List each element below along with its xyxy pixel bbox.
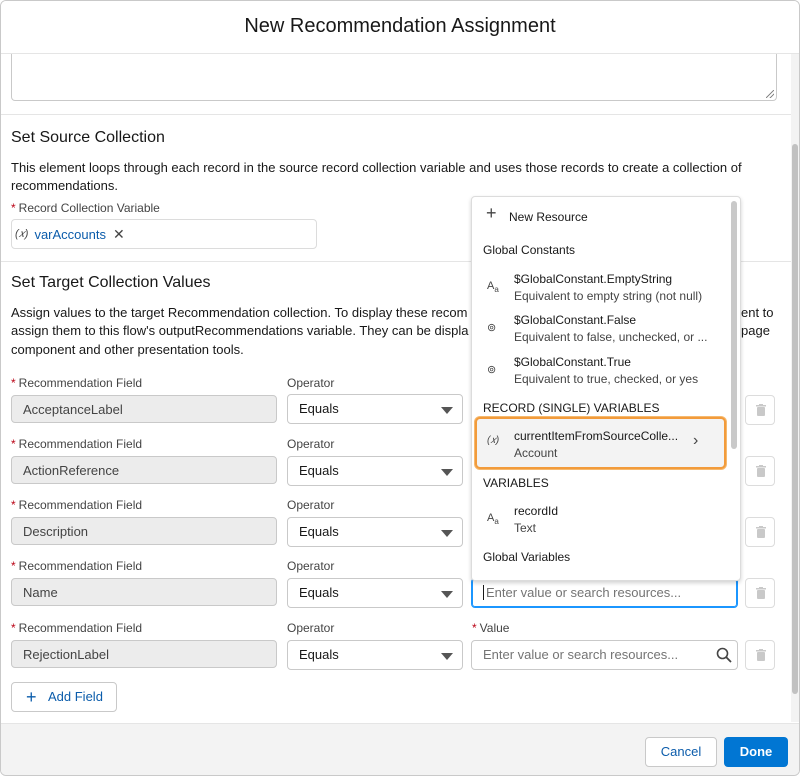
source-section-title: Set Source Collection <box>11 129 165 146</box>
recommendation-field-label: * Recommendation Field <box>11 437 143 451</box>
dropdown-option[interactable]: Aa recordId Text <box>472 501 730 541</box>
selected-pill: (𝑥) varAccounts ✕ <box>15 223 125 245</box>
chevron-right-icon: › <box>693 432 699 449</box>
record-collection-combobox[interactable]: (𝑥) varAccounts ✕ <box>11 219 317 249</box>
global-variables-heading: Global Variables <box>483 550 571 564</box>
modal-dialog: New Recommendation Assignment Set Source… <box>0 0 800 776</box>
recommendation-field-input[interactable]: Name <box>11 578 277 606</box>
chevron-down-icon <box>441 530 453 537</box>
value-search-input[interactable]: Enter value or search resources... <box>471 578 738 608</box>
operator-label: Operator <box>287 437 335 451</box>
recommendation-field-label: * Recommendation Field <box>11 559 143 573</box>
trash-icon <box>756 404 766 416</box>
dropdown-option[interactable]: ⊚ $GlobalConstant.False Equivalent to fa… <box>472 310 730 350</box>
variables-heading: VARIABLES <box>483 476 549 490</box>
remove-pill-icon[interactable]: ✕ <box>113 226 125 243</box>
dropdown-option[interactable]: Aa $GlobalConstant.EmptyString Equivalen… <box>472 269 730 309</box>
recommendation-field-input[interactable]: ActionReference <box>11 456 277 484</box>
record-variable-option[interactable]: (𝑥) currentItemFromSourceColle... Accoun… <box>475 417 726 469</box>
section-divider <box>1 114 791 115</box>
chevron-down-icon <box>441 407 453 414</box>
delete-row-button[interactable] <box>745 456 775 486</box>
required-marker: * <box>11 201 16 215</box>
delete-row-button[interactable] <box>745 640 775 670</box>
boolean-icon: ⊚ <box>487 364 497 376</box>
recommendation-field-label: * Recommendation Field <box>11 498 143 512</box>
search-icon <box>716 647 732 663</box>
modal-title: New Recommendation Assignment <box>244 15 556 37</box>
modal-scrollbar[interactable] <box>791 54 799 722</box>
chevron-down-icon <box>441 469 453 476</box>
operator-select[interactable]: Equals <box>287 578 463 608</box>
recommendation-field-input[interactable]: RejectionLabel <box>11 640 277 668</box>
target-description-line1-end: ent to <box>741 305 774 320</box>
plus-icon: + <box>486 203 497 223</box>
new-resource-option[interactable]: + New Resource <box>472 203 730 229</box>
source-description: This element loops through each record i… <box>11 160 742 193</box>
target-description-line1: Assign values to the target Recommendati… <box>11 305 468 320</box>
add-field-button[interactable]: + Add Field <box>11 682 117 712</box>
chevron-down-icon <box>441 591 453 598</box>
dropdown-scrollbar[interactable] <box>731 201 737 449</box>
recommendation-field-label: * Recommendation Field <box>11 621 143 635</box>
target-description-line3: component and other presentation tools. <box>11 342 244 357</box>
delete-row-button[interactable] <box>745 395 775 425</box>
trash-icon <box>756 465 766 477</box>
operator-select[interactable]: Equals <box>287 517 463 547</box>
description-textarea[interactable] <box>11 54 777 101</box>
trash-icon <box>756 526 766 538</box>
operator-label: Operator <box>287 559 335 573</box>
chevron-down-icon <box>441 653 453 660</box>
delete-row-button[interactable] <box>745 578 775 608</box>
variable-icon: (𝑥) <box>15 227 29 240</box>
recommendation-field-input[interactable]: Description <box>11 517 277 545</box>
cancel-button[interactable]: Cancel <box>645 737 717 767</box>
operator-label: Operator <box>287 621 335 635</box>
target-description-line2-end: page <box>741 323 770 338</box>
modal-footer: Cancel Done <box>1 723 799 775</box>
boolean-icon: ⊚ <box>487 322 497 334</box>
operator-select[interactable]: Equals <box>287 394 463 424</box>
trash-icon <box>756 587 766 599</box>
global-constants-heading: Global Constants <box>483 243 576 257</box>
done-button[interactable]: Done <box>724 737 788 767</box>
recommendation-field-input[interactable]: AcceptanceLabel <box>11 395 277 423</box>
target-description-line2: assign them to this flow's outputRecomme… <box>11 323 469 338</box>
operator-select[interactable]: Equals <box>287 456 463 486</box>
pill-label: varAccounts <box>34 226 106 242</box>
dropdown-option[interactable]: ⊚ $GlobalConstant.True Equivalent to tru… <box>472 352 730 392</box>
record-collection-label: * Record Collection Variable <box>11 201 160 215</box>
value-search-input[interactable]: Enter value or search resources... <box>471 640 738 670</box>
plus-icon: + <box>26 687 37 707</box>
target-section-title: Set Target Collection Values <box>11 274 211 291</box>
resource-dropdown: + New Resource Global Constants Aa $Glob… <box>471 196 741 581</box>
operator-label: Operator <box>287 498 335 512</box>
resize-grip-icon[interactable] <box>766 90 774 98</box>
record-variable-icon: (𝑥) <box>487 435 500 446</box>
trash-icon <box>756 649 766 661</box>
delete-row-button[interactable] <box>745 517 775 547</box>
operator-label: Operator <box>287 376 335 390</box>
recommendation-field-label: * Recommendation Field <box>11 376 143 390</box>
record-variables-heading: RECORD (SINGLE) VARIABLES <box>483 401 660 415</box>
text-icon: Aa <box>487 280 499 295</box>
value-label: * Value <box>472 621 510 635</box>
scrollbar-thumb[interactable] <box>792 144 798 694</box>
modal-header: New Recommendation Assignment <box>1 1 799 54</box>
text-cursor <box>483 585 484 600</box>
text-icon: Aa <box>487 512 499 527</box>
operator-select[interactable]: Equals <box>287 640 463 670</box>
